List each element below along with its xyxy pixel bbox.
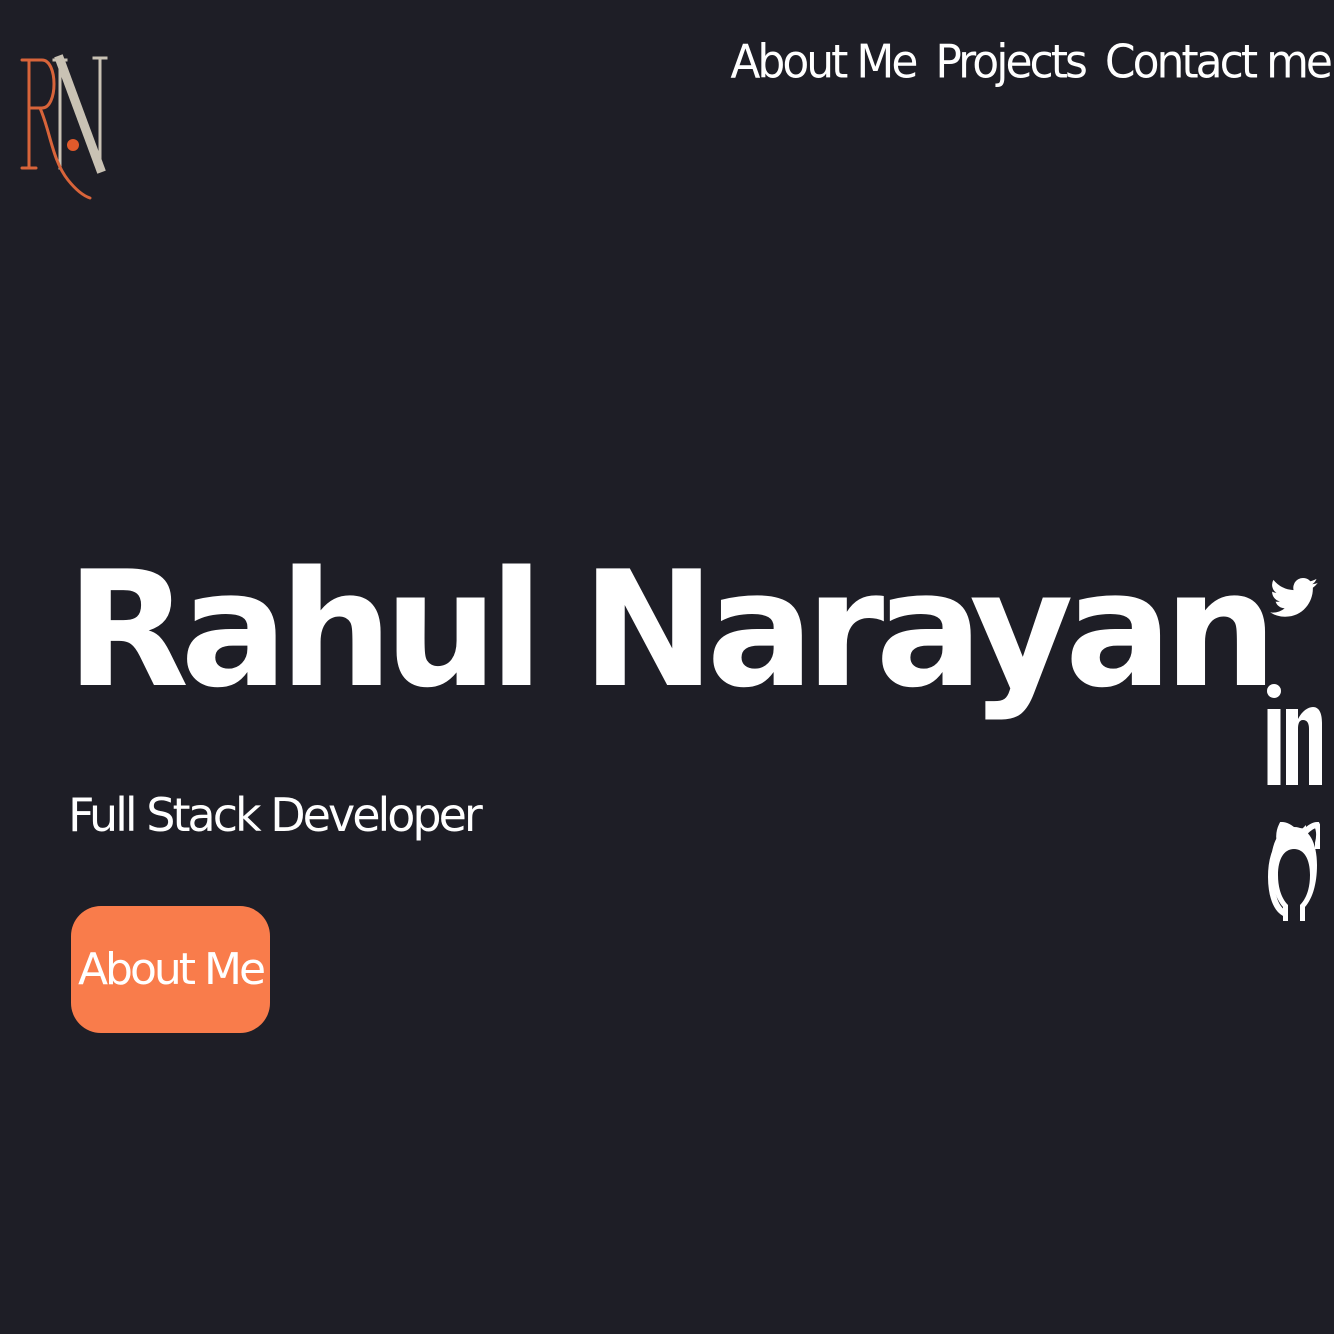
rn-monogram-logo-icon [20, 54, 108, 200]
github-link[interactable] [1268, 815, 1320, 921]
nav-about-me-link[interactable]: About Me [730, 26, 918, 100]
main-nav: About Me Projects Contact me [730, 26, 1333, 100]
linkedin-icon [1267, 684, 1322, 785]
logo[interactable] [20, 50, 110, 202]
twitter-icon [1270, 578, 1318, 617]
page: About Me Projects Contact me Rahul Naray… [0, 0, 1334, 1334]
hero-role: Full Stack Developer [68, 788, 483, 842]
nav-contact-link[interactable]: Contact me [1105, 26, 1333, 100]
about-me-button[interactable]: About Me [71, 906, 270, 1033]
github-icon [1268, 821, 1320, 921]
twitter-link[interactable] [1268, 555, 1320, 643]
linkedin-link[interactable] [1266, 683, 1322, 787]
social-links [1264, 555, 1324, 921]
hero-name: Rahul Narayan [66, 536, 1278, 723]
nav-projects-link[interactable]: Projects [935, 26, 1087, 100]
